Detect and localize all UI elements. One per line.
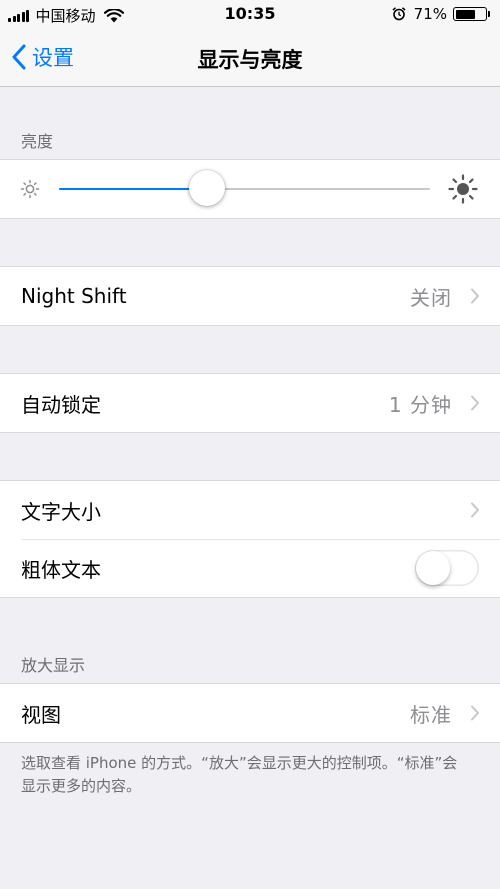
brightness-section-header: 亮度 xyxy=(21,132,54,151)
zoom-footnote: 选取查看 iPhone 的方式。“放大”会显示更大的控制项。“标准”会显示更多的… xyxy=(21,754,458,795)
auto-lock-value: 1 分钟 xyxy=(388,392,452,417)
night-shift-group: Night Shift 关闭 xyxy=(0,266,500,326)
brightness-slider-fill xyxy=(59,188,208,190)
auto-lock-label: 自动锁定 xyxy=(21,392,101,417)
bold-text-toggle-knob xyxy=(416,551,450,585)
brightness-low-icon xyxy=(20,179,40,199)
zoom-section-header: 放大显示 xyxy=(21,656,86,675)
text-size-row[interactable]: 文字大小 xyxy=(0,481,500,539)
view-row[interactable]: 视图 标准 xyxy=(0,684,500,742)
night-shift-value: 关闭 xyxy=(410,285,452,310)
brightness-high-icon xyxy=(448,174,478,204)
chevron-right-icon xyxy=(471,288,479,304)
bold-text-label: 粗体文本 xyxy=(21,557,101,582)
bold-text-row: 粗体文本 xyxy=(0,539,500,597)
text-size-label: 文字大小 xyxy=(21,499,101,524)
view-label: 视图 xyxy=(21,702,61,727)
brightness-slider-row xyxy=(0,160,500,218)
chevron-right-icon xyxy=(471,705,479,721)
night-shift-row[interactable]: Night Shift 关闭 xyxy=(0,267,500,325)
text-settings-group: 文字大小 粗体文本 xyxy=(0,480,500,598)
view-value: 标准 xyxy=(410,702,452,727)
page-title: 显示与亮度 xyxy=(197,48,303,72)
auto-lock-row[interactable]: 自动锁定 1 分钟 xyxy=(0,374,500,432)
zoom-group: 视图 标准 xyxy=(0,683,500,743)
night-shift-label: Night Shift xyxy=(21,284,127,308)
battery-percent: 71% xyxy=(413,5,447,23)
brightness-slider-thumb[interactable] xyxy=(189,170,226,206)
status-right: 71% xyxy=(392,5,490,23)
status-bar: 中国移动 10:35 71% xyxy=(0,0,500,30)
brightness-slider[interactable] xyxy=(59,170,430,206)
battery-fill xyxy=(455,9,476,19)
navigation-bar: 设置 显示与亮度 xyxy=(0,30,500,87)
alarm-icon xyxy=(392,7,406,21)
brightness-group xyxy=(0,159,500,219)
bold-text-toggle[interactable] xyxy=(415,550,479,586)
chevron-right-icon xyxy=(471,395,479,411)
chevron-right-icon xyxy=(471,502,479,518)
auto-lock-group: 自动锁定 1 分钟 xyxy=(0,373,500,433)
battery-icon xyxy=(453,7,487,21)
battery-tip xyxy=(488,11,490,17)
